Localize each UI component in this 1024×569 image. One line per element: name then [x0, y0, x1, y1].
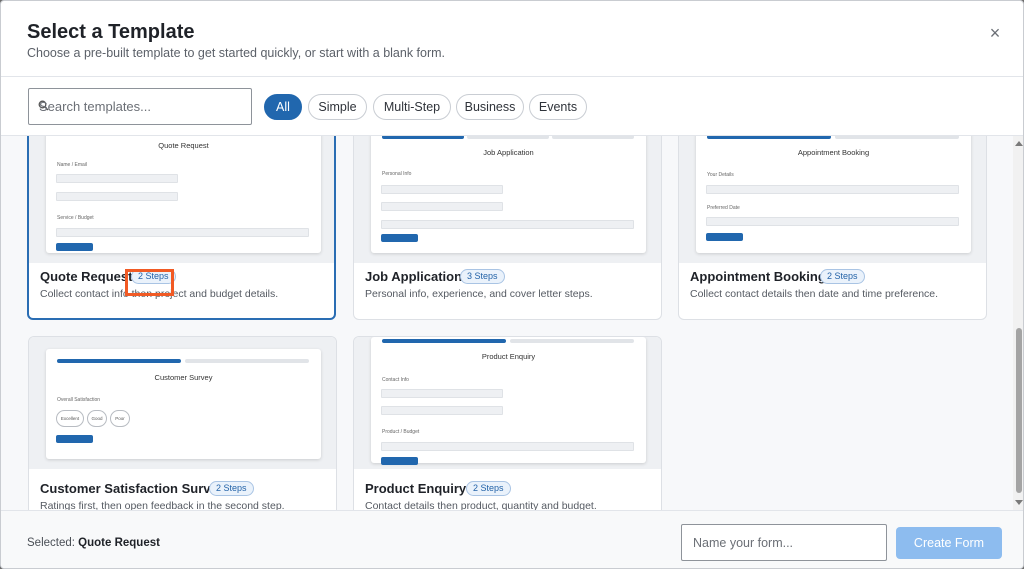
preview-form: Quote Request Name / Email Service / Bud… — [46, 136, 321, 253]
filter-all[interactable]: All — [264, 94, 302, 120]
preview-title: Quote Request — [158, 141, 209, 150]
preview-input — [381, 185, 503, 194]
filter-simple[interactable]: Simple — [308, 94, 367, 120]
close-icon[interactable]: × — [985, 23, 1005, 43]
preview-label: Service / Budget — [57, 215, 94, 221]
preview-step — [467, 136, 549, 139]
preview-input — [56, 174, 178, 183]
template-description: Contact details then product, quantity a… — [365, 500, 597, 510]
preview-step — [382, 339, 506, 343]
template-name: Quote Request — [40, 269, 133, 284]
template-description: Personal info, experience, and cover let… — [365, 288, 593, 300]
preview-title: Product Enquiry — [481, 352, 536, 361]
filter-toolbar: All Simple Multi-Step Business Events — [1, 78, 1023, 136]
preview-label: Personal Info — [382, 171, 412, 177]
preview-button — [381, 457, 418, 465]
preview-form: Appointment Booking Your Details Preferr… — [696, 136, 971, 253]
preview-option: Excellent — [56, 410, 84, 427]
preview-form: Customer Survey Overall Satisfaction Exc… — [46, 349, 321, 459]
preview-button — [381, 234, 418, 242]
preview-form: Product Enquiry Contact Info Product / B… — [371, 337, 646, 465]
create-form-button[interactable]: Create Form — [896, 527, 1002, 559]
preview-title: Appointment Booking — [797, 148, 870, 157]
preview-option: Good — [87, 410, 107, 427]
preview-label: Preferred Date — [707, 205, 740, 211]
preview-step — [835, 136, 959, 139]
dialog-footer: Selected: Quote Request Create Form — [1, 510, 1023, 568]
preview-input — [706, 185, 959, 194]
steps-badge: 2 Steps — [820, 269, 865, 284]
preview-input — [381, 406, 503, 415]
scrollbar-thumb[interactable] — [1016, 328, 1022, 493]
filter-events[interactable]: Events — [529, 94, 587, 120]
selected-prefix: Selected: — [27, 537, 75, 549]
dialog-subtitle: Choose a pre-built template to get start… — [27, 46, 446, 60]
preview-step — [57, 359, 181, 363]
selected-template-status: Selected: Quote Request — [27, 537, 160, 549]
preview-label: Overall Satisfaction — [57, 397, 101, 403]
preview-step — [185, 359, 309, 363]
preview-title: Job Application — [483, 148, 534, 157]
filter-multi-step[interactable]: Multi-Step — [373, 94, 451, 120]
template-name: Job Application — [365, 269, 463, 284]
scrollbar[interactable] — [1013, 136, 1023, 510]
preview-label: Name / Email — [57, 162, 88, 168]
preview-title: Customer Survey — [154, 373, 213, 382]
template-preview: Quote Request Name / Email Service / Bud… — [29, 136, 334, 263]
template-preview: Appointment Booking Your Details Preferr… — [679, 136, 986, 263]
scroll-down-arrow-icon[interactable] — [1015, 500, 1023, 505]
scroll-up-arrow-icon[interactable] — [1015, 141, 1023, 146]
preview-label: Contact Info — [382, 377, 409, 383]
template-name: Customer Satisfaction Survey — [40, 481, 225, 496]
template-dialog: Select a Template Choose a pre-built tem… — [0, 0, 1024, 569]
preview-button — [56, 243, 93, 251]
steps-badge: 3 Steps — [460, 269, 505, 284]
preview-button — [706, 233, 743, 241]
template-grid: Quote Request Name / Email Service / Bud… — [1, 136, 1013, 510]
filter-business[interactable]: Business — [456, 94, 524, 120]
preview-label: Product / Budget — [382, 429, 420, 435]
template-card-product-enquiry[interactable]: Product Enquiry Contact Info Product / B… — [353, 336, 662, 510]
template-name: Appointment Booking — [690, 269, 826, 284]
search-input[interactable] — [39, 89, 247, 124]
steps-badge: 2 Steps — [466, 481, 511, 496]
preview-input — [381, 202, 503, 211]
template-description: Collect contact details then date and ti… — [690, 288, 939, 300]
search-box[interactable] — [28, 88, 252, 125]
preview-input — [381, 220, 634, 229]
template-preview: Product Enquiry Contact Info Product / B… — [354, 337, 661, 469]
preview-option: Poor — [110, 410, 130, 427]
template-card-quote-request[interactable]: Quote Request Name / Email Service / Bud… — [27, 136, 336, 320]
template-description: Collect contact info then project and bu… — [40, 288, 279, 300]
preview-step — [552, 136, 634, 139]
template-description: Ratings first, then open feedback in the… — [40, 500, 285, 510]
template-card-job-application[interactable]: Job Application Personal Info Job Applic… — [353, 136, 662, 320]
preview-step — [510, 339, 634, 343]
template-card-customer-survey[interactable]: Customer Survey Overall Satisfaction Exc… — [28, 336, 337, 510]
preview-button — [56, 435, 93, 443]
dialog-title: Select a Template — [27, 21, 195, 43]
preview-input — [56, 192, 178, 201]
template-name: Product Enquiry — [365, 481, 467, 496]
selected-template-name: Quote Request — [78, 537, 160, 549]
form-name-input[interactable] — [681, 524, 887, 561]
preview-step — [707, 136, 831, 139]
template-preview: Customer Survey Overall Satisfaction Exc… — [29, 337, 336, 469]
steps-badge: 2 Steps — [209, 481, 254, 496]
preview-input — [381, 442, 634, 451]
dialog-header: Select a Template Choose a pre-built tem… — [1, 1, 1023, 77]
template-card-appointment-booking[interactable]: Appointment Booking Your Details Preferr… — [678, 136, 987, 320]
preview-label: Your Details — [707, 172, 734, 178]
preview-form: Job Application Personal Info — [371, 136, 646, 253]
preview-input — [706, 217, 959, 226]
preview-input — [56, 228, 309, 237]
template-preview: Job Application Personal Info — [354, 136, 661, 263]
steps-badge: 2 Steps — [131, 269, 176, 284]
preview-step — [382, 136, 464, 139]
preview-input — [381, 389, 503, 398]
